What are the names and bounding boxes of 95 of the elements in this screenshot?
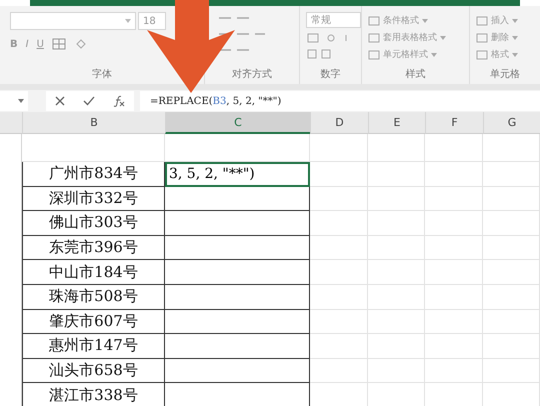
table-cell [425,334,483,359]
table-cell: 佛山市303号 [22,211,165,236]
table-cell [425,310,483,334]
font-size-combo[interactable]: 18 [138,12,166,30]
group-label: 单元格 [489,68,521,81]
caret-icon[interactable] [431,52,437,56]
corner-header[interactable] [0,112,22,134]
style-button[interactable]: 单元格样式 [383,48,428,61]
group-label: 数字 [320,68,342,81]
table-cell [425,284,483,310]
column-header[interactable]: C [165,112,310,134]
formula-field[interactable]: =REPLACE(B3, 5, 2, "**") [140,91,540,111]
table-cell [310,310,368,334]
table-cell: 湛江市338号 [22,383,165,406]
group-label: 样式 [404,68,426,81]
name-box[interactable] [0,91,28,111]
italic-button[interactable]: I [26,38,29,50]
table-cell [483,162,540,187]
table-cell: 广州市834号 [22,162,165,187]
table-cell [368,236,425,260]
table-cell [310,186,368,212]
table-cell [368,162,425,187]
table-cell [425,186,483,212]
table-cell [310,358,368,384]
style-icon[interactable] [368,32,380,42]
table-cell [425,134,483,162]
style-icon[interactable] [368,50,380,60]
caret-icon[interactable] [440,36,446,40]
table-cell: 深圳市332号 [22,186,165,212]
table-cell: 珠海市508号 [22,284,165,310]
cell-button[interactable]: 插入 [491,14,509,27]
table-cell [425,358,483,384]
table-cell [483,260,540,285]
caret-icon[interactable] [422,18,428,22]
table-cell [368,358,425,384]
table-cell [425,260,483,285]
table-cell: 惠州市147号 [22,334,165,359]
table-cell [310,236,368,260]
bold-button[interactable]: B [10,38,18,50]
check-icon[interactable] [83,96,95,106]
table-cell [310,260,368,285]
table-cell [425,162,483,187]
underline-button[interactable]: U [36,38,44,50]
fill-bucket-icon[interactable] [74,38,88,50]
table-cell [368,334,425,359]
table-cell [368,186,425,212]
cell-button[interactable]: 格式 [491,48,509,61]
cancel-icon[interactable] [55,96,65,106]
column-header[interactable]: B [22,112,165,134]
column-header[interactable]: G [483,112,540,134]
table-cell: 中山市184号 [22,260,165,285]
table-cell [368,284,425,310]
style-button[interactable]: 套用表格格式 [383,31,437,44]
table-cell [368,211,425,236]
table-cell: 汕头市658号 [22,358,165,384]
table-cell [368,134,425,162]
table-cell [483,211,540,236]
table-cell [368,260,425,285]
cell-button[interactable]: 删除 [491,31,509,44]
table-cell [483,284,540,310]
caret-icon[interactable] [512,18,518,22]
table-cell: 肇庆市607号 [22,310,165,334]
table-cell [310,284,368,310]
column-header[interactable]: E [368,112,425,134]
table-cell [310,134,368,162]
table-cell [483,310,540,334]
group-label: 对齐方式 [231,68,273,81]
table-cell [483,134,540,162]
table-cell [310,211,368,236]
column-header[interactable]: D [310,112,368,134]
table-cell: 东莞市396号 [22,236,165,260]
cell-icon[interactable] [476,16,488,26]
style-icon[interactable] [368,16,380,26]
table-cell [310,334,368,359]
caret-icon[interactable] [512,52,518,56]
table-cell: 3, 5, 2, "**") [165,162,310,187]
table-cell [425,236,483,260]
font-name-combo[interactable] [10,12,136,30]
function-icon[interactable] [113,95,125,107]
style-button[interactable]: 条件格式 [383,14,419,27]
table-cell [368,310,425,334]
cell-icon[interactable] [476,50,488,60]
table-cell [310,162,368,187]
table-cell [483,236,540,260]
table-cell [483,334,540,359]
border-icon[interactable] [52,38,66,50]
group-label: 字体 [91,68,113,81]
column-header[interactable]: F [425,112,483,134]
caret-icon[interactable] [512,36,518,40]
table-cell [425,211,483,236]
table-cell [483,186,540,212]
table-cell [483,358,540,384]
caret-icon[interactable] [125,19,131,23]
cell-icon[interactable] [476,32,488,42]
number-format-combo[interactable]: 常规 [306,12,361,28]
